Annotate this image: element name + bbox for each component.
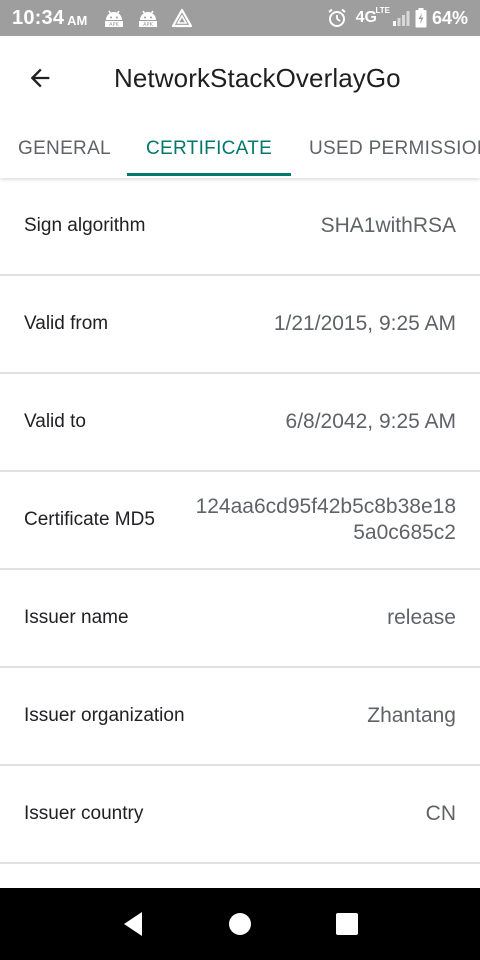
battery-percent: 64% [431,7,468,28]
nav-recents-button[interactable] [327,904,367,944]
system-nav-bar [0,888,480,960]
android-apk-icon: APK [137,8,159,28]
tab-certificate[interactable]: CERTIFICATE [146,120,272,178]
row-label: Sign algorithm [24,215,146,236]
active-tab-indicator [127,173,291,176]
back-triangle-icon [124,912,143,936]
signal-icon [392,10,410,26]
list-item-valid-to[interactable]: Valid to 6/8/2042, 9:25 AM [0,374,480,472]
status-ampm: AM [67,12,88,28]
svg-text:APK: APK [144,22,154,28]
arrow-back-icon [30,68,50,88]
list-item-issuer-country[interactable]: Issuer country CN [0,766,480,864]
page-title: NetworkStackOverlayGo [114,62,401,93]
row-value: 6/8/2042, 9:25 AM [285,410,456,433]
list-item-sign-algorithm[interactable]: Sign algorithm SHA1withRSA [0,178,480,276]
back-button[interactable] [0,36,80,120]
status-time: 10:34 [12,6,65,29]
row-label: Issuer name [24,607,129,628]
list-item-certificate-md5[interactable]: Certificate MD5 124aa6cd95f42b5c8b38e185… [0,472,480,570]
network-label: 4G [355,9,377,26]
tab-used-permissions[interactable]: USED PERMISSIONS [309,120,480,178]
list-item-issuer-name[interactable]: Issuer name release [0,570,480,668]
row-label: Issuer organization [24,705,185,726]
list-item-issuer-organization[interactable]: Issuer organization Zhantang [0,668,480,766]
app-bar: NetworkStackOverlayGo [0,36,480,120]
network-lte-label: LTE [375,6,390,15]
row-label: Issuer country [24,803,144,824]
network-type: 4G LTE [355,6,390,27]
status-right-group: 4G LTE 64% [327,6,468,29]
row-value: 124aa6cd95f42b5c8b38e185a0c685c2 [195,495,456,544]
row-value: 1/21/2015, 9:25 AM [273,312,456,335]
svg-text:APK: APK [110,22,120,28]
recents-square-icon [335,913,358,935]
row-value: SHA1withRSA [320,214,456,237]
android-apk-icon: APK [103,8,125,28]
row-label: Valid to [24,411,86,432]
nav-home-button[interactable] [220,904,260,944]
list-item-valid-from[interactable]: Valid from 1/21/2015, 9:25 AM [0,276,480,374]
row-value: Zhantang [367,704,456,727]
status-bar: 10:34 AM APK APK 4G LTE 64% [0,0,480,36]
certificate-details-list[interactable]: Sign algorithm SHA1withRSA Valid from 1/… [0,178,480,888]
row-value: CN [425,802,456,825]
row-value: release [387,606,456,629]
triangle-drive-icon [171,8,193,28]
nav-back-button[interactable] [113,904,153,944]
row-label: Valid from [24,313,109,334]
home-circle-icon [228,913,251,935]
row-label: Certificate MD5 [24,509,155,530]
tab-general[interactable]: GENERAL [18,120,111,178]
battery-icon [415,8,427,28]
alarm-icon [327,8,347,28]
tab-bar: GENERAL CERTIFICATE USED PERMISSIONS [0,120,480,178]
